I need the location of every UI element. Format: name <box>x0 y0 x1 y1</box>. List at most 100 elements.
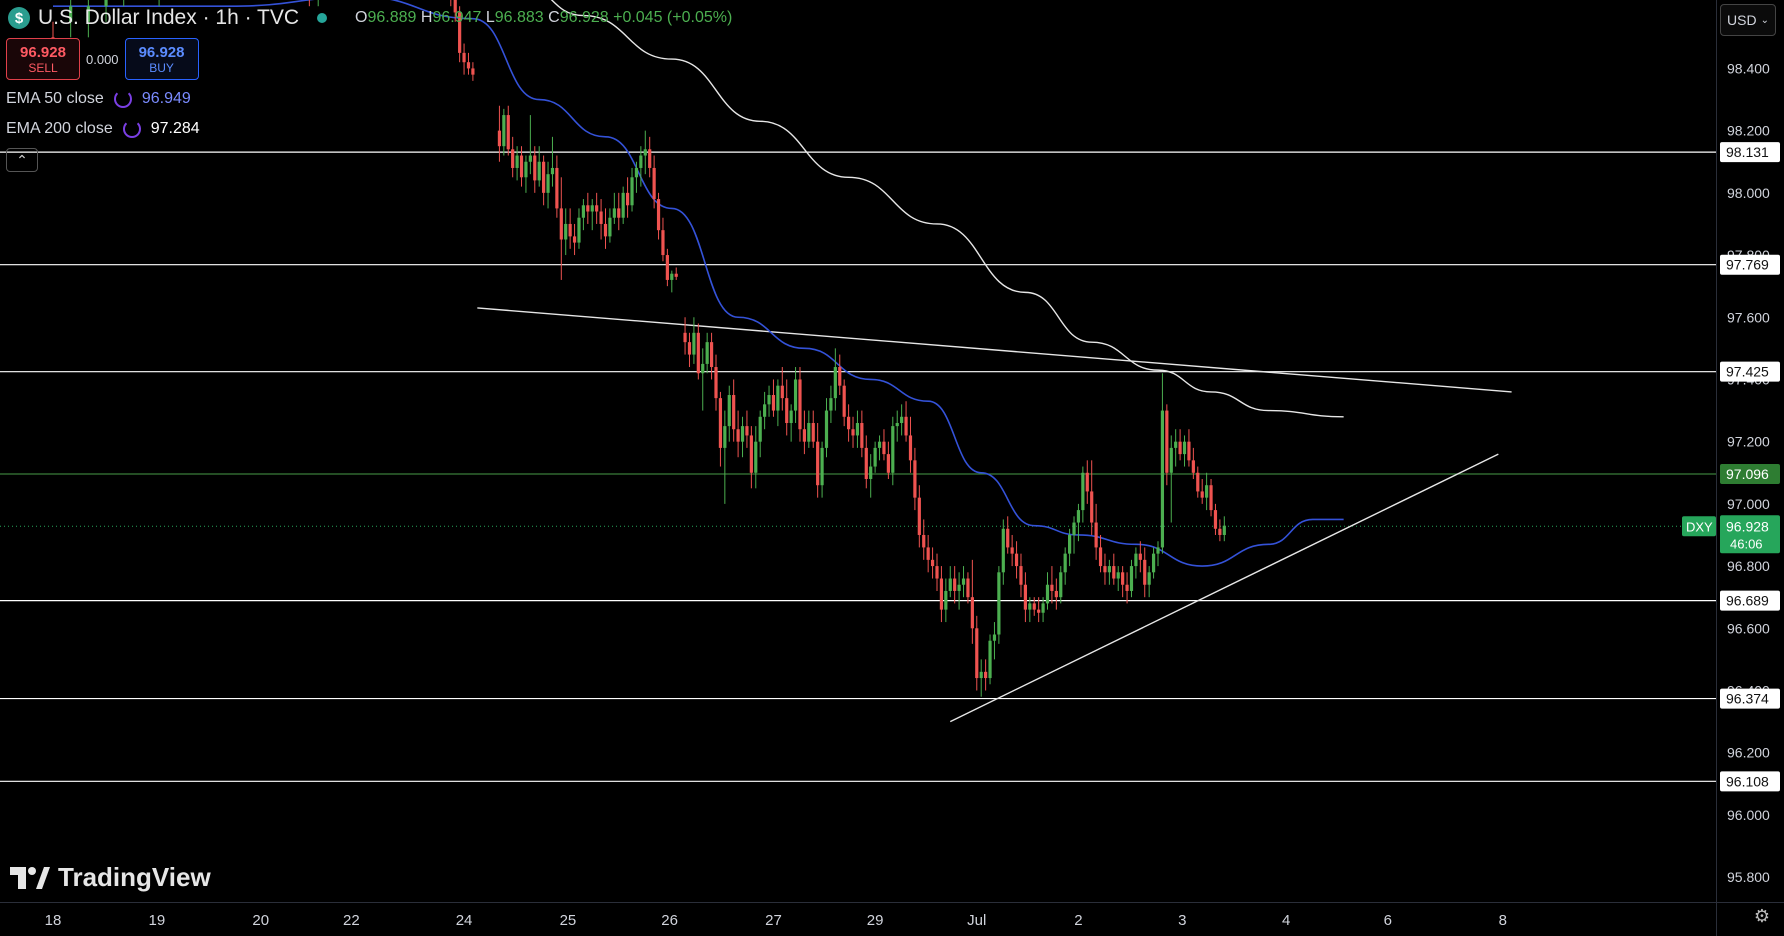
candle-body <box>882 441 886 455</box>
candle-body <box>590 205 594 212</box>
candle <box>718 391 723 467</box>
candle <box>1072 516 1076 554</box>
y-tick-label: 98.400 <box>1727 60 1770 76</box>
indicator-ema200[interactable]: EMA 200 close 97.284 <box>6 120 200 138</box>
trade-buttons: 96.928 SELL 0.000 96.928 BUY <box>6 38 199 80</box>
candle <box>1165 404 1169 486</box>
x-tick-label: 26 <box>661 912 678 929</box>
candle-body <box>581 205 585 218</box>
candle-body <box>696 332 700 374</box>
candle-body <box>1121 572 1125 585</box>
candle-body <box>869 466 873 479</box>
candle <box>466 52 471 75</box>
chart-settings-button[interactable]: ⚙ <box>1754 906 1770 927</box>
candle-body <box>948 578 952 591</box>
candle <box>763 391 767 430</box>
candle <box>1205 472 1209 511</box>
tradingview-logo: TradingView <box>10 862 211 893</box>
candle <box>979 659 983 697</box>
indicator-ema50[interactable]: EMA 50 close 96.949 <box>6 90 191 108</box>
candle-body <box>727 395 731 427</box>
candle-body <box>599 211 603 224</box>
candle-body <box>886 454 890 473</box>
candle-body <box>577 217 581 243</box>
candle <box>984 659 988 691</box>
candle-body <box>926 547 930 560</box>
candle-body <box>900 416 904 424</box>
candle <box>1143 547 1147 598</box>
candle-body <box>1107 566 1111 573</box>
loading-icon <box>122 120 141 138</box>
candle-body <box>643 149 647 156</box>
chart-legend-title: $ U.S. Dollar Index · 1h · TVC O96.889 H… <box>8 6 732 30</box>
candle <box>776 379 780 427</box>
candle-body <box>961 578 966 585</box>
candle-body <box>913 460 917 498</box>
candle <box>939 566 944 623</box>
candle <box>1178 429 1182 461</box>
candle-body <box>1143 559 1147 585</box>
candle <box>621 186 625 224</box>
candle <box>714 354 718 411</box>
candle <box>930 547 935 579</box>
x-tick-label: 4 <box>1282 912 1290 929</box>
candle-body <box>617 208 621 218</box>
candle <box>1019 553 1023 598</box>
candle-body <box>771 395 776 411</box>
candle <box>564 208 568 256</box>
symbol-title[interactable]: U.S. Dollar Index · 1h · TVC <box>38 6 299 30</box>
symbol-badge-label: DXY <box>1686 519 1713 534</box>
candle <box>1023 572 1027 623</box>
candle-body <box>705 342 709 364</box>
candle <box>1196 466 1200 498</box>
candle <box>754 426 758 489</box>
x-tick-label: 19 <box>149 912 166 929</box>
candle-body <box>935 566 939 579</box>
candle <box>1032 597 1036 616</box>
loading-icon <box>113 90 132 108</box>
x-tick-label: 24 <box>456 912 473 929</box>
candle-body <box>502 115 506 147</box>
candle <box>709 332 714 380</box>
candle-body <box>749 435 753 473</box>
candle <box>723 410 727 504</box>
candle-body <box>674 273 678 277</box>
candle <box>882 429 886 461</box>
candle-body <box>528 155 532 162</box>
candle-body <box>1098 547 1103 567</box>
candle <box>767 385 771 417</box>
candle <box>992 622 997 660</box>
sell-button[interactable]: 96.928 SELL <box>6 38 80 80</box>
candle-body <box>630 177 634 206</box>
candle-body <box>939 578 944 610</box>
candle <box>674 267 678 280</box>
buy-button[interactable]: 96.928 BUY <box>124 38 199 80</box>
candle-body <box>740 426 745 442</box>
gear-icon: ⚙ <box>1753 906 1770 926</box>
currency-button[interactable]: USD ⌄ <box>1720 4 1776 36</box>
countdown-label: 46:06 <box>1730 536 1763 551</box>
candle-body <box>785 398 789 424</box>
candle-body <box>639 155 643 168</box>
candle <box>506 105 510 156</box>
candle <box>917 485 921 548</box>
price-chart[interactable]: 98.40098.20098.00097.80097.60097.40097.2… <box>0 0 1784 936</box>
candle <box>793 367 798 424</box>
candle-body <box>1010 547 1014 554</box>
candle-body <box>1063 553 1067 573</box>
candle <box>1138 541 1142 573</box>
level-badge-label: 98.131 <box>1726 144 1769 160</box>
candle-body <box>559 208 563 240</box>
candle-body <box>877 441 882 448</box>
candle <box>1116 566 1120 591</box>
candle-body <box>1134 553 1138 567</box>
collapse-legend-button[interactable]: ⌃ <box>6 148 38 172</box>
candle <box>1213 503 1218 535</box>
x-tick-label: Jul <box>967 912 986 929</box>
candle <box>829 385 833 424</box>
candle <box>886 441 890 479</box>
candle-body <box>908 435 913 461</box>
candle-body <box>634 167 639 178</box>
candle <box>824 398 829 458</box>
candle-body <box>754 441 758 473</box>
